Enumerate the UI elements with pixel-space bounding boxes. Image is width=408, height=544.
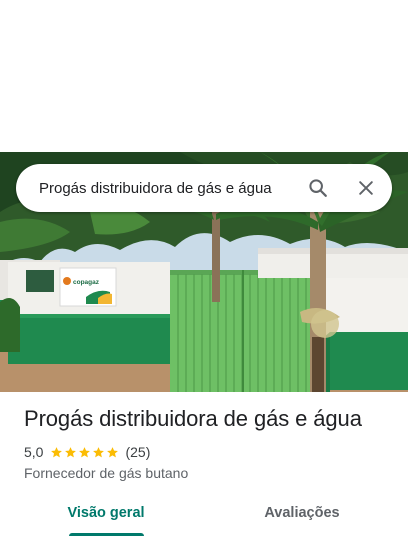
tab-overview-label: Visão geral xyxy=(67,505,145,521)
star-rating xyxy=(50,446,120,459)
star-icon xyxy=(65,446,77,457)
review-count[interactable]: (25) xyxy=(125,444,150,460)
search-icon xyxy=(309,179,327,197)
star-icon xyxy=(93,446,105,457)
star-icon xyxy=(51,446,63,457)
tab-reviews-label: Avaliações xyxy=(264,505,340,521)
place-title: Progás distribuidora de gás e água xyxy=(24,406,362,431)
search-input[interactable]: Progás distribuidora de gás e água xyxy=(39,180,298,197)
clear-search-button[interactable] xyxy=(346,168,386,208)
star-icon xyxy=(107,446,119,457)
search-button[interactable] xyxy=(298,168,338,208)
tab-reviews[interactable]: Avaliações xyxy=(262,496,342,536)
search-bar[interactable]: Progás distribuidora de gás e água xyxy=(16,164,392,212)
place-tabs: Visão geral Avaliações xyxy=(0,496,408,536)
rating-value: 5,0 xyxy=(24,444,44,460)
close-icon xyxy=(359,181,373,195)
rating-row[interactable]: 5,0 (25) xyxy=(24,444,150,460)
star-icon xyxy=(79,446,91,457)
tab-overview[interactable]: Visão geral xyxy=(66,496,146,536)
sign-text: copagaz xyxy=(73,279,100,286)
place-category: Fornecedor de gás butano xyxy=(24,465,189,481)
selected-tab-indicator xyxy=(69,533,144,536)
